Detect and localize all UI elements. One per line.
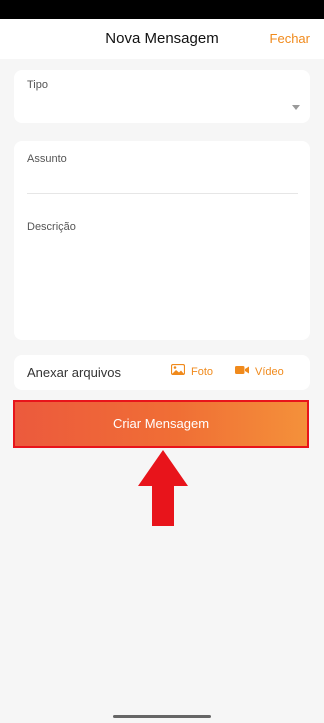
attach-photo-label: Foto [191, 366, 214, 378]
create-message-button[interactable]: Criar Mensagem [15, 402, 307, 446]
video-camera-icon [235, 355, 255, 390]
tipo-card: Tipo [14, 70, 310, 123]
up-arrow-icon [138, 450, 188, 526]
close-button[interactable]: Fechar [270, 19, 310, 59]
assunto-input[interactable] [27, 169, 298, 194]
status-bar [0, 0, 324, 19]
attach-video-label: Vídeo [255, 366, 284, 378]
tipo-select[interactable] [27, 94, 303, 118]
assunto-label: Assunto [27, 153, 67, 165]
header: Nova Mensagem Fechar [0, 19, 324, 59]
attachments-card: Anexar arquivos Foto Vídeo [14, 355, 310, 390]
message-card: Assunto Descrição [14, 141, 310, 340]
descricao-label: Descrição [27, 221, 76, 233]
attachments-label: Anexar arquivos [27, 365, 121, 380]
image-icon [170, 355, 191, 390]
tipo-label: Tipo [27, 79, 48, 91]
attach-video-button[interactable]: Vídeo [235, 355, 284, 390]
attach-photo-button[interactable]: Foto [170, 355, 214, 390]
chevron-down-icon [292, 105, 300, 110]
home-indicator [113, 715, 211, 718]
descricao-input[interactable] [27, 239, 298, 329]
